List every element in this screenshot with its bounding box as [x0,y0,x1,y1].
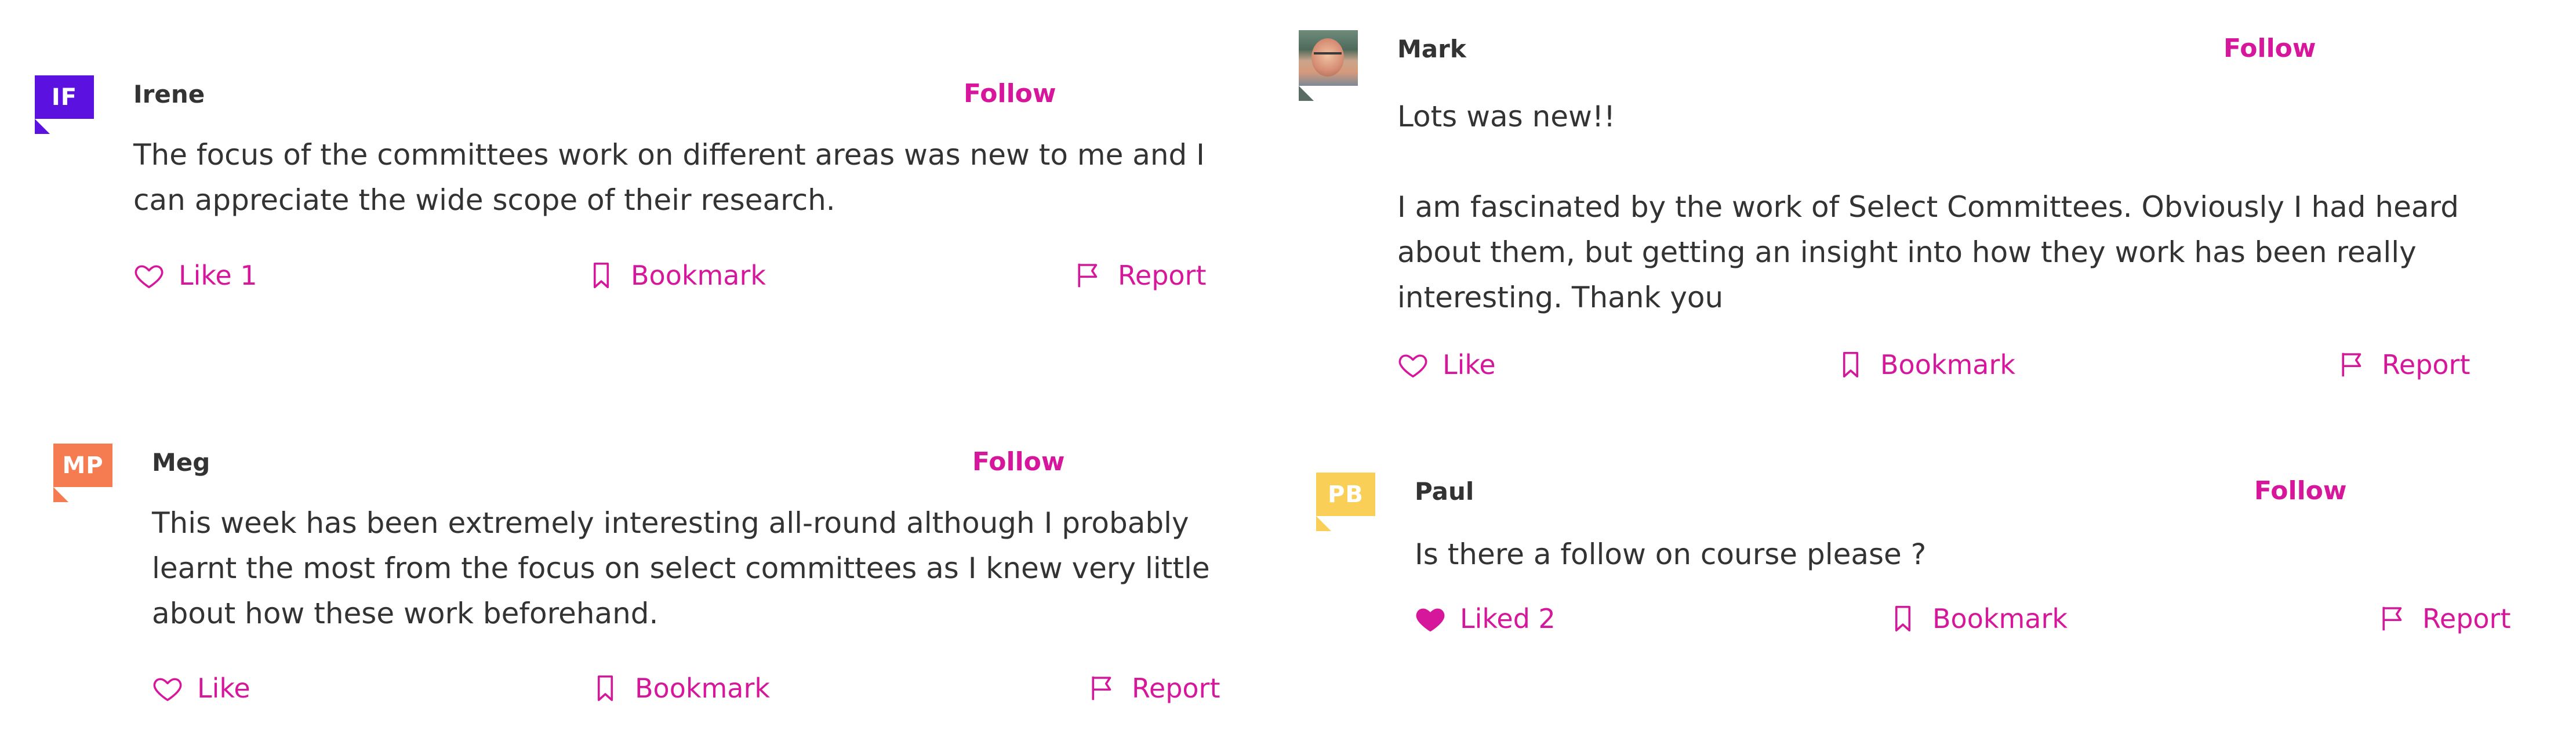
like-label: Like [1443,349,1496,380]
bookmark-label: Bookmark [1932,603,2068,634]
bookmark-button[interactable]: Bookmark [590,673,770,704]
comment-actions: Like 1 Bookmark Report [133,260,1212,295]
comment-body: The focus of the committees work on diff… [133,132,1235,223]
avatar: MP [53,444,112,503]
avatar-initials: PB [1316,473,1375,516]
bookmark-button[interactable]: Bookmark [586,260,766,291]
flag-icon [1078,263,1098,288]
comment-actions: Like Bookmark Report [152,673,1230,707]
comment-card: Mark Follow Lots was new!! I am fascinat… [1299,30,2551,401]
bookmark-button[interactable]: Bookmark [1887,603,2068,634]
bookmark-icon [1843,351,1859,378]
avatar-initials: MP [53,444,112,487]
like-button[interactable]: Like [1397,349,1496,380]
comment-paragraph: Lots was new!! [1397,100,1616,133]
comment-actions: Like Bookmark Report [1397,349,2534,384]
author-name[interactable]: Meg [152,448,210,477]
comment-card: PB Paul Follow Is there a follow on cour… [1316,473,2568,658]
author-name[interactable]: Paul [1415,477,1474,506]
report-label: Report [1118,260,1207,291]
avatar-glasses [1314,52,1342,61]
liked-button[interactable]: Liked 2 [1415,603,1556,634]
bookmark-icon [1895,605,1911,632]
comment-paragraph: I am fascinated by the work of Select Co… [1397,190,2459,314]
report-label: Report [2422,603,2511,634]
comment-body: Lots was new!! I am fascinated by the wo… [1397,94,2534,320]
avatar-photo [1299,30,1358,86]
comment-body: Is there a follow on course please ? [1415,532,2551,577]
report-button[interactable]: Report [2377,603,2511,634]
comment-card: IF Irene Follow The focus of the committ… [35,75,1218,319]
avatar-tail [35,119,65,134]
like-button[interactable]: Like [152,673,250,704]
report-button[interactable]: Report [2337,349,2470,380]
avatar-tail [53,487,83,502]
like-label: Liked 2 [1460,603,1556,634]
like-button[interactable]: Like 1 [133,260,257,291]
comment-body: This week has been extremely interesting… [152,500,1254,636]
comment-paragraph: The focus of the committees work on diff… [133,138,1205,217]
author-name[interactable]: Irene [133,80,205,108]
heart-outline-icon [153,678,182,702]
flag-icon [2342,353,2361,377]
heart-outline-icon [1398,354,1427,378]
avatar: PB [1316,473,1375,532]
report-button[interactable]: Report [1087,673,1220,704]
follow-button[interactable]: Follow [972,447,1065,477]
report-label: Report [2382,349,2470,380]
flag-icon [1092,676,1111,700]
bookmark-icon [597,675,613,702]
bookmark-icon [593,262,609,289]
bookmark-label: Bookmark [631,260,766,291]
follow-button[interactable]: Follow [964,79,1056,108]
flag-icon [2382,606,2402,631]
heart-outline-icon [135,265,164,289]
comment-card: MP Meg Follow This week has been extreme… [53,444,1236,716]
author-name[interactable]: Mark [1397,35,1466,63]
comment-paragraph: This week has been extremely interesting… [152,506,1210,630]
bookmark-label: Bookmark [1880,349,2016,380]
avatar-tail [1299,86,1329,101]
heart-filled-icon [1416,608,1445,632]
follow-button[interactable]: Follow [2223,34,2316,63]
report-button[interactable]: Report [1073,260,1207,291]
avatar [1299,30,1358,101]
follow-button[interactable]: Follow [2254,476,2347,506]
avatar-initials: IF [35,75,94,119]
bookmark-button[interactable]: Bookmark [1835,349,2015,380]
comment-paragraph: Is there a follow on course please ? [1415,537,1927,571]
avatar: IF [35,75,94,135]
like-label: Like [197,673,250,704]
comment-actions: Liked 2 Bookmark Report [1415,603,2551,638]
like-label: Like 1 [179,260,257,291]
bookmark-label: Bookmark [635,673,771,704]
avatar-tail [1316,516,1346,531]
report-label: Report [1132,673,1220,704]
